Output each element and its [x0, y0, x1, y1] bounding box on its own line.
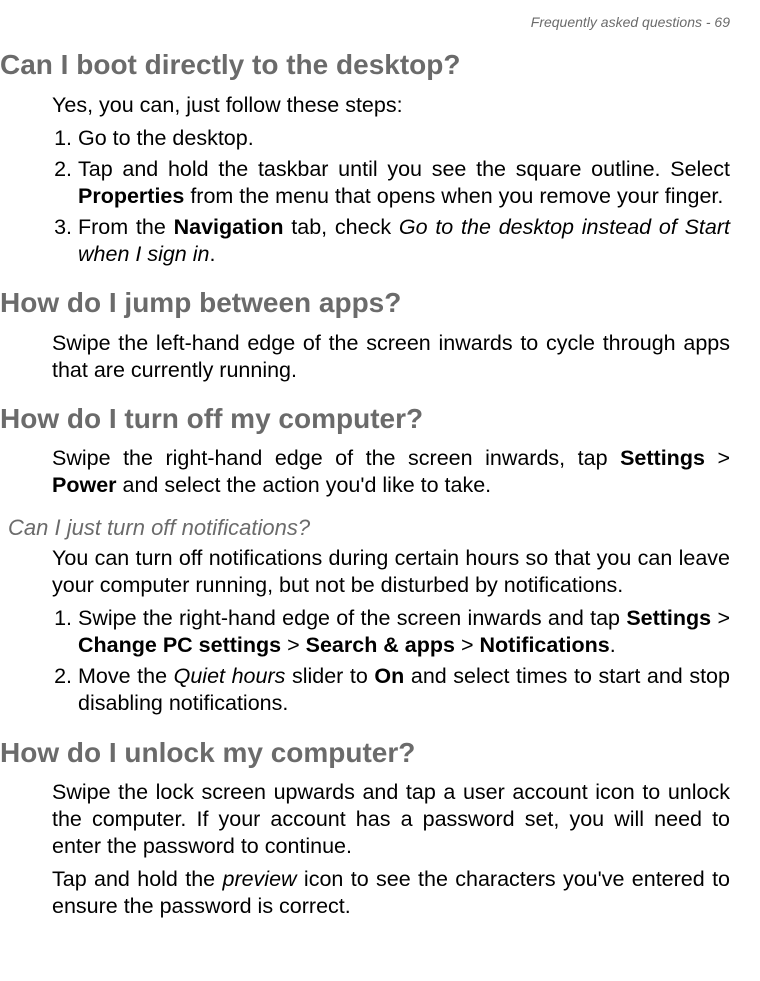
- bold-text: Settings: [620, 446, 705, 470]
- text-run: Move the: [78, 664, 174, 688]
- list-item: From the Navigation tab, check Go to the…: [78, 214, 730, 268]
- bold-text: Settings: [626, 606, 711, 630]
- bold-text: Properties: [78, 184, 184, 208]
- paragraph: Swipe the lock screen upwards and tap a …: [52, 779, 730, 860]
- heading-turn-off: How do I turn off my computer?: [0, 402, 730, 436]
- bold-text: Search & apps: [306, 633, 455, 657]
- bold-text: Change PC settings: [78, 633, 281, 657]
- paragraph: Swipe the left-hand edge of the screen i…: [52, 330, 730, 384]
- text-run: slider to: [285, 664, 374, 688]
- heading-boot-desktop: Can I boot directly to the desktop?: [0, 48, 730, 82]
- list-item: Move the Quiet hours slider to On and se…: [78, 663, 730, 717]
- text-run: Swipe the right-hand edge of the screen …: [78, 606, 626, 630]
- list-item: Go to the desktop.: [78, 125, 730, 152]
- page-header: Frequently asked questions - 69: [0, 14, 730, 30]
- bold-text: Power: [52, 473, 117, 497]
- paragraph: Swipe the right-hand edge of the screen …: [52, 445, 730, 499]
- bold-text: Notifications: [480, 633, 610, 657]
- text-run: >: [711, 606, 730, 630]
- text-run: >: [705, 446, 730, 470]
- subheading-notifications: Can I just turn off notifications?: [8, 514, 730, 542]
- ordered-list: Go to the desktop. Tap and hold the task…: [52, 125, 730, 268]
- list-item: Swipe the right-hand edge of the screen …: [78, 605, 730, 659]
- text-run: and select the action you'd like to take…: [117, 473, 492, 497]
- text-run: tab, check: [284, 215, 399, 239]
- italic-text: preview: [222, 867, 296, 891]
- paragraph: Tap and hold the preview icon to see the…: [52, 866, 730, 920]
- italic-text: Quiet hours: [174, 664, 286, 688]
- text-run: Swipe the right-hand edge of the screen …: [52, 446, 620, 470]
- list-item: Tap and hold the taskbar until you see t…: [78, 156, 730, 210]
- ordered-list: Swipe the right-hand edge of the screen …: [52, 605, 730, 717]
- text-run: From the: [78, 215, 174, 239]
- text-run: Tap and hold the taskbar until you see t…: [78, 157, 730, 181]
- text-run: from the menu that opens when you remove…: [184, 184, 723, 208]
- paragraph: Yes, you can, just follow these steps:: [52, 92, 730, 119]
- text-run: Tap and hold the: [52, 867, 222, 891]
- text-run: >: [281, 633, 306, 657]
- bold-text: On: [374, 664, 404, 688]
- paragraph: You can turn off notifications during ce…: [52, 545, 730, 599]
- document-page: Frequently asked questions - 69 Can I bo…: [0, 0, 760, 981]
- text-run: .: [209, 242, 215, 266]
- bold-text: Navigation: [174, 215, 284, 239]
- heading-jump-apps: How do I jump between apps?: [0, 286, 730, 320]
- text-run: .: [610, 633, 616, 657]
- text-run: >: [455, 633, 480, 657]
- heading-unlock: How do I unlock my computer?: [0, 736, 730, 770]
